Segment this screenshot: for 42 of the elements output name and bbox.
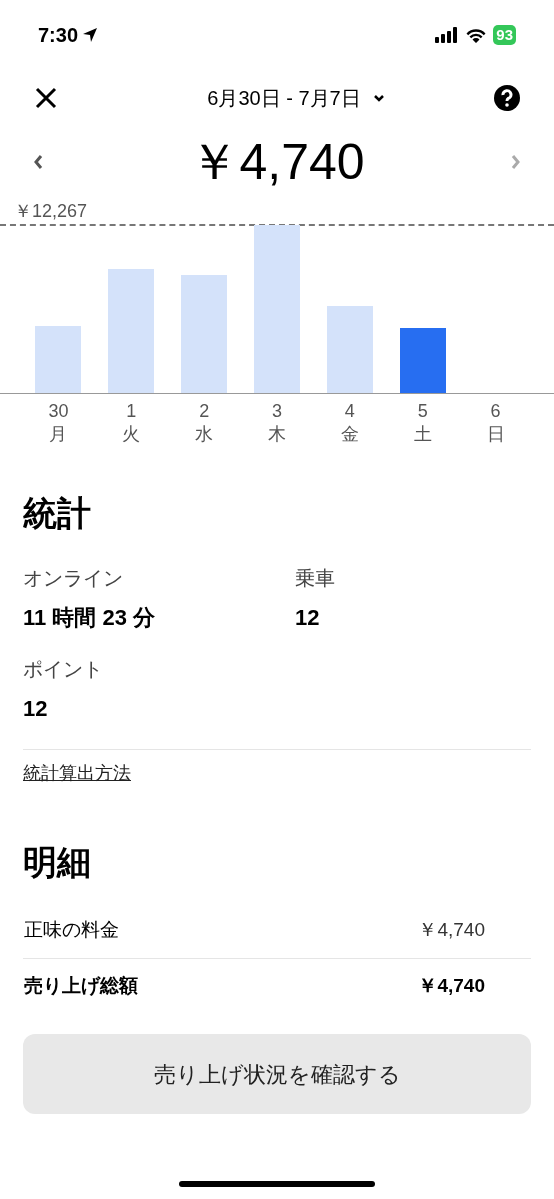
previous-icon[interactable] bbox=[32, 153, 44, 171]
signal-icon bbox=[435, 27, 460, 43]
weekday-label: 日 bbox=[486, 423, 505, 446]
earnings-status-button[interactable]: 売り上げ状況を確認する bbox=[23, 1034, 531, 1114]
stat-value: 12 bbox=[295, 604, 321, 632]
stat-label: 乗車 bbox=[295, 566, 336, 591]
chart-bar[interactable] bbox=[399, 328, 446, 393]
location-arrow-icon bbox=[82, 27, 99, 43]
stat-label: オンライン bbox=[23, 566, 124, 591]
day-number: 5 bbox=[417, 400, 428, 423]
weekday-label: 月 bbox=[49, 423, 68, 446]
day-number: 3 bbox=[272, 400, 282, 423]
battery-level: 93 bbox=[493, 25, 516, 45]
day-number: 2 bbox=[199, 400, 210, 423]
stat-value: 11 時間 23 分 bbox=[23, 604, 157, 632]
weekday-label: 木 bbox=[268, 423, 286, 446]
stat-label: ポイント bbox=[23, 657, 104, 682]
next-icon[interactable] bbox=[510, 153, 522, 171]
weekday-label: 火 bbox=[122, 423, 141, 446]
chevron-down-icon bbox=[372, 94, 385, 102]
day-number: 6 bbox=[490, 400, 501, 423]
chart-max-label: ￥12,267 bbox=[14, 201, 88, 221]
section-title: 明細 bbox=[23, 843, 91, 881]
stat-value: 12 bbox=[23, 695, 49, 723]
day-number: 30 bbox=[48, 400, 69, 423]
wifi-icon bbox=[465, 27, 488, 43]
weekday-label: 金 bbox=[340, 423, 359, 446]
date-range-selector[interactable]: 6月30日 - 7月7日 bbox=[207, 83, 385, 113]
help-icon[interactable] bbox=[494, 85, 520, 111]
close-icon[interactable] bbox=[34, 86, 58, 110]
breakdown-label: 正味の料金 bbox=[24, 917, 119, 942]
status-time: 7:30 bbox=[38, 23, 79, 48]
day-number: 1 bbox=[126, 400, 137, 423]
stats-method-link[interactable]: 統計算出方法 bbox=[23, 763, 131, 783]
total-amount: ￥4,740 bbox=[189, 137, 365, 187]
day-number: 4 bbox=[344, 400, 355, 423]
breakdown-value: ￥4,740 bbox=[418, 974, 485, 999]
weekday-label: 土 bbox=[413, 423, 432, 446]
breakdown-value: ￥4,740 bbox=[418, 917, 485, 942]
section-title: 統計 bbox=[23, 494, 91, 532]
breakdown-label: 売り上げ総額 bbox=[24, 974, 138, 999]
weekday-label: 水 bbox=[195, 423, 214, 446]
